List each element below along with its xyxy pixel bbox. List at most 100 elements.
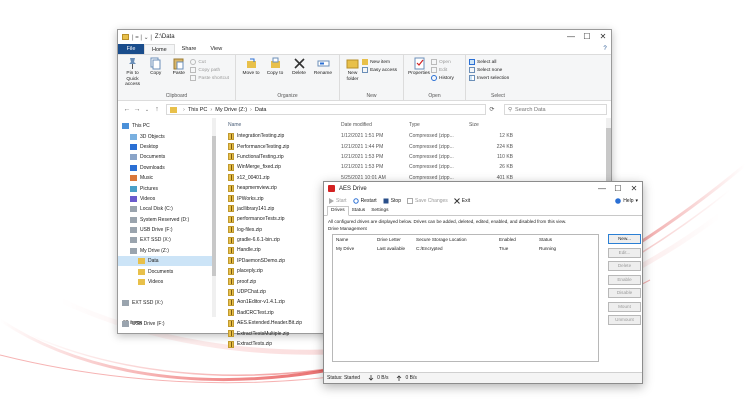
address-bar[interactable]: › This PC › My Drive (Z:) › Data: [166, 104, 486, 115]
edit-icon: [431, 67, 437, 73]
upload-rate: 0 B/s: [405, 375, 417, 381]
nav-item[interactable]: EXT SSD (X:): [118, 235, 216, 245]
column-type[interactable]: Type: [409, 122, 469, 128]
tab-settings[interactable]: Settings: [368, 207, 391, 215]
tab-status[interactable]: Status: [349, 207, 369, 215]
minimize-button[interactable]: —: [563, 30, 579, 44]
tab-drives[interactable]: Drives: [327, 206, 349, 216]
nav-item[interactable]: Data: [118, 256, 216, 267]
quick-access-toolbar[interactable]: | = | ⌄ |: [132, 34, 152, 41]
select-none-button[interactable]: Select none: [469, 66, 512, 74]
refresh-icon[interactable]: ⟳: [486, 106, 498, 113]
nav-item[interactable]: Local Disk (C:): [118, 204, 216, 214]
nav-item[interactable]: Music: [118, 173, 216, 183]
nav-item[interactable]: Videos: [118, 277, 216, 287]
nav-item[interactable]: My Drive (Z:): [118, 246, 216, 256]
nav-item[interactable]: System Reserved (D:): [118, 215, 216, 225]
file-row[interactable]: FunctionalTesting.zip 1/21/2021 1:53 PM Co…: [228, 152, 611, 162]
aes-maximize-button[interactable]: ☐: [610, 182, 626, 196]
column-name[interactable]: Name: [228, 122, 341, 128]
start-button[interactable]: Start: [328, 198, 347, 204]
easy-access-button[interactable]: Easy access: [362, 66, 400, 74]
nav-item[interactable]: Downloads: [118, 163, 216, 173]
column-name[interactable]: Name: [333, 237, 374, 242]
file-date: 1/21/2021 1:53 PM: [341, 153, 384, 160]
tab-home[interactable]: Home: [144, 44, 175, 54]
file-type: Compressed (zipp...: [409, 153, 454, 160]
nav-item[interactable]: 3D Objects: [118, 131, 216, 141]
breadcrumb-data[interactable]: Data: [255, 107, 267, 113]
file-row[interactable]: PerformanceTesting.zip 1/21/2021 1:44 PM C…: [228, 141, 611, 151]
close-button[interactable]: ✕: [595, 30, 611, 44]
nav-item[interactable]: Videos: [118, 194, 216, 204]
tab-view[interactable]: View: [203, 44, 229, 54]
enable-drive-button[interactable]: Enable: [608, 274, 641, 285]
aes-title-bar: AES Drive — ☐ ✕: [324, 182, 642, 195]
invert-selection-button[interactable]: Invert selection: [469, 74, 512, 82]
column-drive-letter[interactable]: Drive Letter: [374, 237, 413, 242]
move-to-icon: [246, 58, 256, 68]
delete-drive-button[interactable]: Delete: [608, 261, 641, 271]
edit-drive-button[interactable]: Edit...: [608, 247, 641, 258]
aes-minimize-button[interactable]: —: [594, 182, 610, 196]
stop-icon: [383, 198, 389, 204]
maximize-button[interactable]: ☐: [579, 30, 595, 44]
drive-status: Running: [539, 246, 557, 251]
drive-icon: [130, 247, 137, 254]
new-item-button[interactable]: New item: [362, 58, 400, 66]
breadcrumb-this-pc[interactable]: This PC: [188, 107, 208, 113]
zip-file-icon: [228, 288, 234, 296]
select-all-button[interactable]: Select all: [469, 58, 512, 66]
recent-chevron-icon[interactable]: ⌄: [142, 107, 152, 113]
nav-item[interactable]: Desktop: [118, 142, 216, 152]
new-drive-button[interactable]: New...: [608, 234, 641, 244]
search-box[interactable]: ⚲: [504, 104, 607, 115]
exit-icon: [453, 198, 460, 204]
nav-item[interactable]: Pictures: [118, 183, 216, 193]
nav-item[interactable]: Documents: [118, 152, 216, 162]
breadcrumb-my-drive[interactable]: My Drive (Z:): [215, 107, 247, 113]
nav-item-label: Data: [148, 258, 159, 265]
edit-button[interactable]: Edit: [431, 66, 457, 74]
column-secure-storage-location[interactable]: Secure Storage Location: [413, 237, 496, 242]
history-button[interactable]: History: [431, 74, 457, 82]
help-button[interactable]: Help ▾: [615, 198, 638, 204]
drive-row[interactable]: My Drive Last available C:/Encrypted Tru…: [333, 244, 598, 253]
easy-access-icon: [362, 67, 369, 73]
tab-file[interactable]: File: [118, 44, 144, 54]
back-arrow-icon[interactable]: ←: [122, 106, 132, 113]
forward-arrow-icon[interactable]: →: [132, 106, 142, 113]
nav-item[interactable]: USB Drive (F:): [118, 225, 216, 235]
zip-file-icon: [228, 340, 234, 348]
unmount-drive-button[interactable]: Unmount: [608, 315, 641, 325]
open-button[interactable]: Open: [431, 58, 457, 66]
cut-button[interactable]: Cut: [190, 58, 232, 66]
nav-item[interactable]: EXT SSD (X:): [118, 298, 216, 308]
ribbon: Pin to Quick access Copy Paste Cut Copy …: [118, 55, 611, 101]
nav-item[interactable]: This PC: [118, 121, 216, 131]
column-date-modified[interactable]: Date modified: [341, 122, 409, 128]
up-arrow-icon[interactable]: ↑: [152, 106, 162, 113]
file-name: IntegrationTesting.zip: [237, 133, 285, 140]
zip-file-icon: [228, 246, 234, 254]
column-status[interactable]: Status: [536, 237, 576, 242]
file-row[interactable]: WinMerge_fixed.zip 1/21/2021 1:53 PM Compr…: [228, 162, 611, 172]
exit-button[interactable]: Exit: [453, 198, 470, 204]
paste-shortcut-button[interactable]: Paste shortcut: [190, 74, 232, 82]
search-input[interactable]: [515, 106, 596, 113]
explorer-title-bar: | = | ⌄ | Z:\Data — ☐ ✕: [118, 30, 611, 44]
tab-share[interactable]: Share: [175, 44, 204, 54]
mount-drive-button[interactable]: Mount: [608, 301, 641, 312]
copy-path-button[interactable]: Copy path: [190, 66, 232, 74]
nav-item[interactable]: Documents: [118, 266, 216, 276]
file-row[interactable]: IntegrationTesting.zip 1/12/2021 1:51 PM C…: [228, 131, 611, 141]
stop-button[interactable]: Stop: [383, 198, 401, 204]
nav-item[interactable]: USB Drive (F:): [118, 318, 216, 328]
column-size[interactable]: Size: [469, 122, 513, 128]
restart-button[interactable]: Restart: [352, 198, 377, 204]
help-icon[interactable]: ?: [599, 44, 611, 54]
aes-close-button[interactable]: ✕: [626, 182, 642, 196]
column-enabled[interactable]: Enabled: [496, 237, 536, 242]
disable-drive-button[interactable]: Disable: [608, 288, 641, 298]
save-changes-button[interactable]: Save Changes: [406, 198, 448, 204]
